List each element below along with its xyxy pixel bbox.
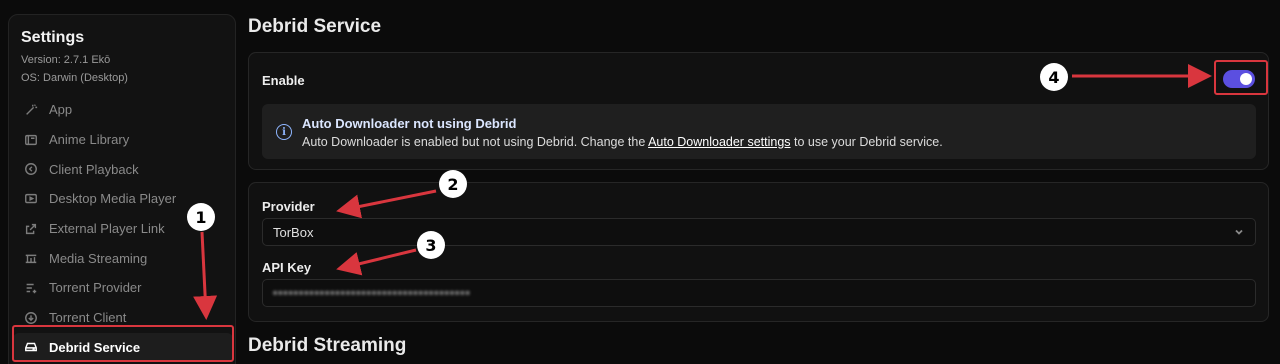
enable-label: Enable	[262, 73, 305, 88]
version-text: Version: 2.7.1 Ekō	[21, 54, 111, 66]
sidebar-item-label: Debrid Service	[49, 339, 141, 355]
provider-value: TorBox	[273, 224, 314, 240]
settings-page: Settings Version: 2.7.1 Ekō OS: Darwin (…	[0, 0, 1280, 364]
sidebar-item-label: Anime Library	[49, 132, 130, 148]
download-icon	[23, 310, 39, 326]
sidebar-item-label: Torrent Client	[49, 310, 127, 326]
sidebar-item-torrent-provider[interactable]: Torrent Provider	[13, 273, 233, 303]
annotation-badge-3: 3	[417, 231, 445, 259]
sidebar-item-label: Client Playback	[49, 161, 139, 177]
alert-body-suffix: to use your Debrid service.	[790, 135, 943, 149]
drive-icon	[23, 339, 39, 355]
sidebar-item-media-streaming[interactable]: Media Streaming	[13, 243, 233, 273]
sidebar-item-label: App	[49, 102, 73, 118]
annotation-badge-4: 4	[1040, 63, 1068, 91]
sidebar-item-torrent-client[interactable]: Torrent Client	[13, 303, 233, 333]
alert-title: Auto Downloader not using Debrid	[302, 116, 517, 131]
magic-wand-icon	[23, 102, 39, 118]
api-key-input[interactable]: ••••••••••••••••••••••••••••••••••••••	[262, 279, 1256, 307]
sidebar-item-label: Media Streaming	[49, 250, 148, 266]
annotation-badge-2: 2	[439, 170, 467, 198]
sidebar-item-label: Torrent Provider	[49, 280, 142, 296]
sidebar-item-label: External Player Link	[49, 221, 165, 237]
debrid-streaming-title: Debrid Streaming	[248, 335, 407, 356]
alert-body: Auto Downloader is enabled but not using…	[302, 135, 943, 149]
external-link-icon	[23, 221, 39, 237]
sidebar-item-debrid-service[interactable]: Debrid Service	[13, 332, 233, 363]
sidebar-item-client-playback[interactable]: Client Playback	[13, 154, 233, 184]
chevron-down-icon	[1233, 226, 1245, 238]
annotation-badge-1: 1	[187, 203, 215, 231]
media-player-icon	[23, 191, 39, 207]
playback-icon	[23, 161, 39, 177]
sidebar-item-anime-library[interactable]: Anime Library	[13, 125, 233, 155]
enable-card: Enable i Auto Downloader not using Debri…	[248, 52, 1269, 170]
streaming-icon	[23, 250, 39, 266]
provider-select[interactable]: TorBox	[262, 218, 1256, 246]
highlight-box-toggle	[1214, 60, 1268, 95]
provider-card: Provider TorBox API Key ••••••••••••••••…	[248, 182, 1269, 322]
api-key-value: ••••••••••••••••••••••••••••••••••••••	[273, 286, 471, 300]
os-text: OS: Darwin (Desktop)	[21, 72, 128, 84]
sidebar-title: Settings	[21, 29, 85, 46]
library-icon	[23, 132, 39, 148]
settings-sidebar: Settings Version: 2.7.1 Ekō OS: Darwin (…	[8, 14, 236, 364]
list-icon	[23, 280, 39, 296]
info-icon: i	[276, 124, 292, 140]
auto-downloader-settings-link[interactable]: Auto Downloader settings	[648, 135, 790, 149]
provider-label: Provider	[262, 199, 315, 214]
sidebar-item-app[interactable]: App	[13, 95, 233, 125]
page-title: Debrid Service	[248, 16, 382, 37]
auto-downloader-alert: i Auto Downloader not using Debrid Auto …	[262, 104, 1256, 159]
alert-body-text: Auto Downloader is enabled but not using…	[302, 135, 649, 149]
sidebar-item-label: Desktop Media Player	[49, 191, 177, 207]
api-key-label: API Key	[262, 260, 312, 275]
